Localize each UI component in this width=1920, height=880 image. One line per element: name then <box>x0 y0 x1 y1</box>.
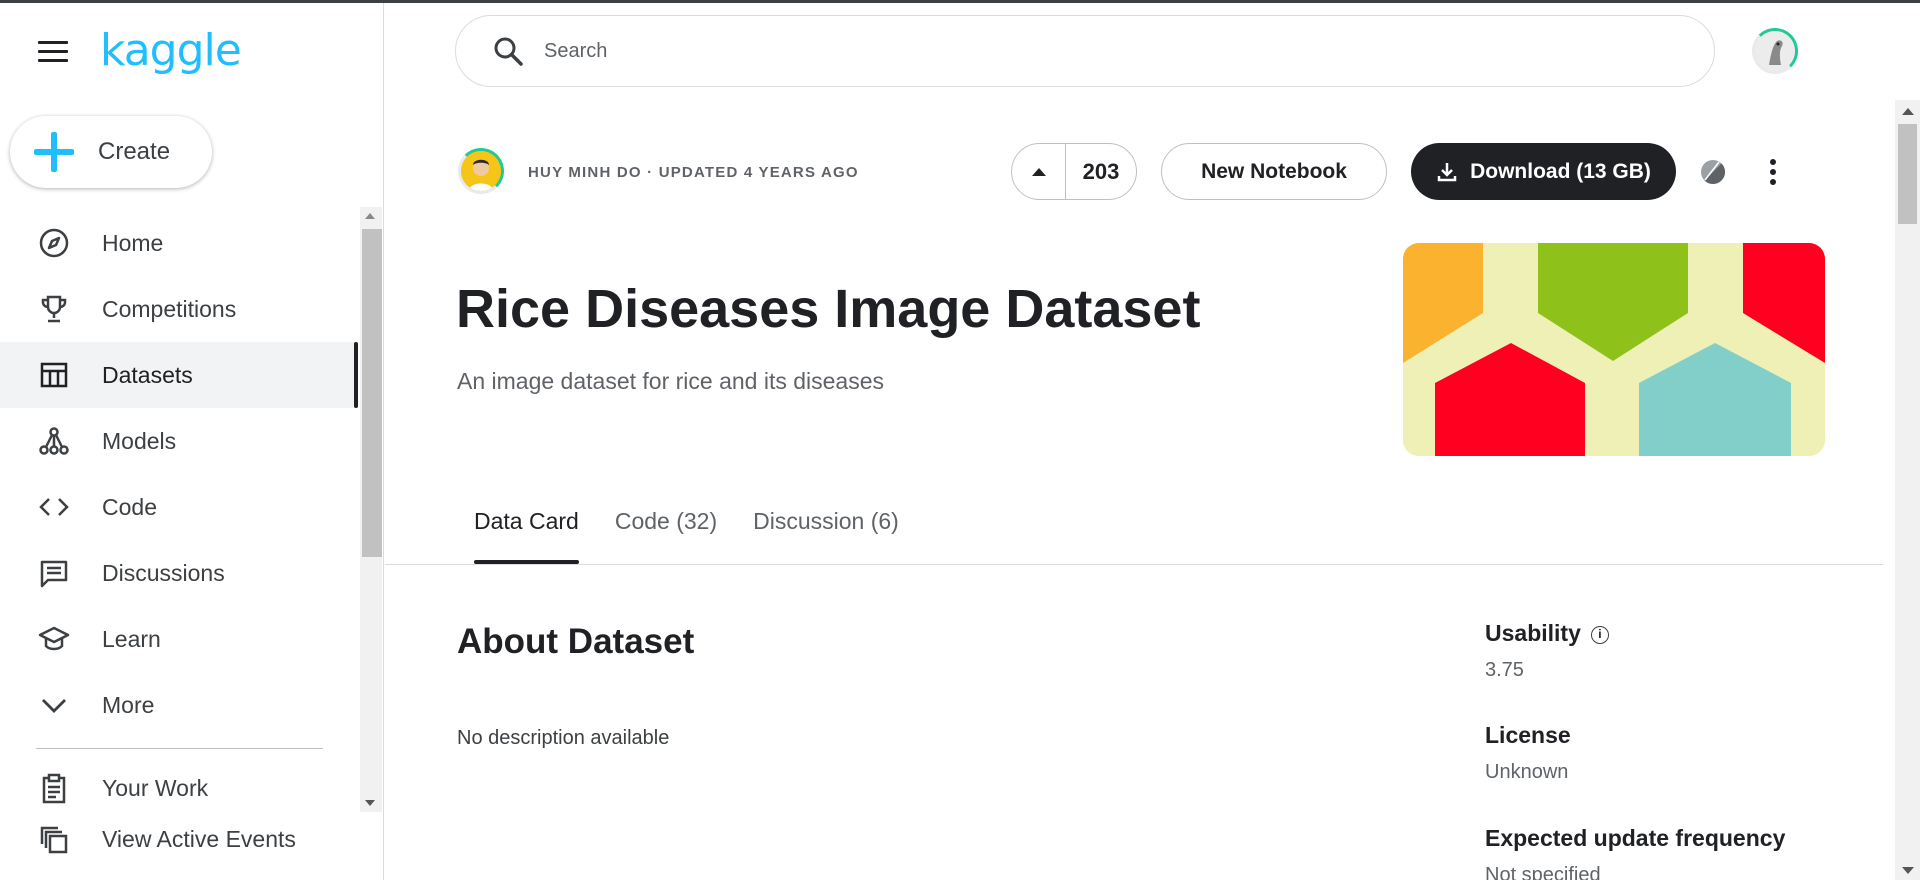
sidebar-item-label: Datasets <box>102 361 193 388</box>
clipboard-icon <box>37 772 71 806</box>
sidebar-scrollbar[interactable] <box>360 207 382 812</box>
user-avatar[interactable] <box>1752 28 1798 74</box>
sidebar-item-view-active-events[interactable]: View Active Events <box>0 814 358 865</box>
trophy-icon <box>37 292 71 326</box>
sidebar-item-label: More <box>102 691 155 718</box>
sidebar-item-discussions[interactable]: Discussions <box>0 540 358 606</box>
search-icon <box>492 35 524 67</box>
sidebar-item-label: View Active Events <box>102 826 296 852</box>
download-button[interactable]: Download (13 GB) <box>1411 143 1676 200</box>
owner-update-line: HUY MINH DO · UPDATED 4 YEARS AGO <box>528 164 859 181</box>
usability-label-text: Usability <box>1485 620 1581 646</box>
caret-up-icon <box>1031 167 1046 176</box>
sidebar-item-your-work[interactable]: Your Work <box>0 763 358 814</box>
download-icon <box>1437 162 1457 181</box>
dataset-tabs: Data Card Code (32) Discussion (6) <box>474 508 935 564</box>
sidebar-item-code[interactable]: Code <box>0 474 358 540</box>
tabs-divider <box>385 564 1883 565</box>
hamburger-menu-icon[interactable] <box>38 41 68 65</box>
dataset-cover-image <box>1403 243 1825 456</box>
owner-avatar[interactable] <box>458 148 504 194</box>
tab-data-card[interactable]: Data Card <box>474 508 579 564</box>
more-options-icon[interactable] <box>1761 156 1785 188</box>
code-icon <box>37 490 71 524</box>
sidebar-item-label: Models <box>102 427 177 454</box>
license-value: Unknown <box>1485 761 1569 783</box>
create-button[interactable]: Create <box>10 116 212 188</box>
plus-icon <box>34 132 74 172</box>
create-label: Create <box>98 138 171 165</box>
sidebar-lower-nav: Your Work View Active Events <box>0 763 358 865</box>
sidebar-item-label: Code <box>102 493 157 520</box>
tab-discussion[interactable]: Discussion (6) <box>753 508 899 564</box>
page-title: Rice Diseases Image Dataset <box>456 279 1201 339</box>
sidebar-item-home[interactable]: Home <box>0 210 358 276</box>
vote-count: 203 <box>1082 158 1120 184</box>
scroll-down-arrow-icon[interactable] <box>1902 867 1914 874</box>
about-dataset-description: No description available <box>457 727 670 749</box>
dataset-subtitle: An image dataset for rice and its diseas… <box>457 368 885 394</box>
sidebar: kaggle Create Home Competitions Datasets <box>0 3 384 880</box>
upvote-button[interactable] <box>1012 144 1066 199</box>
update-frequency-value: Not specified <box>1485 864 1601 880</box>
sidebar-scrollbar-thumb[interactable] <box>362 229 382 557</box>
sidebar-item-label: Home <box>102 229 164 256</box>
main-scrollbar[interactable] <box>1895 100 1920 880</box>
sidebar-divider <box>36 748 323 749</box>
main-scrollbar-thumb[interactable] <box>1898 124 1917 224</box>
license-label: License <box>1485 722 1571 748</box>
sidebar-item-label: Competitions <box>102 295 237 322</box>
compass-icon <box>37 226 71 260</box>
usability-label: Usability i <box>1485 620 1609 647</box>
graduation-cap-icon <box>37 622 71 656</box>
dataset-main: HUY MINH DO · UPDATED 4 YEARS AGO 203 Ne… <box>385 100 1895 880</box>
sidebar-item-competitions[interactable]: Competitions <box>0 276 358 342</box>
info-icon[interactable]: i <box>1590 626 1609 644</box>
scroll-down-arrow-icon[interactable] <box>365 800 375 806</box>
sidebar-nav: Home Competitions Datasets Models Code D… <box>0 210 358 810</box>
table-icon <box>37 358 71 392</box>
scroll-up-arrow-icon[interactable] <box>365 213 375 219</box>
half-circle-theme-icon[interactable] <box>1699 158 1727 186</box>
search-bar[interactable] <box>455 15 1715 87</box>
search-input[interactable] <box>544 39 1644 63</box>
upvote-control: 203 <box>1011 143 1137 200</box>
about-dataset-heading: About Dataset <box>457 622 695 661</box>
sidebar-item-label: Your Work <box>102 775 209 801</box>
sidebar-item-datasets[interactable]: Datasets <box>0 342 358 408</box>
new-notebook-button[interactable]: New Notebook <box>1161 143 1387 200</box>
download-label: Download (13 GB) <box>1470 159 1651 183</box>
tab-code[interactable]: Code (32) <box>615 508 717 564</box>
sidebar-item-learn[interactable]: Learn <box>0 606 358 672</box>
usability-value: 3.75 <box>1485 659 1524 681</box>
scroll-up-arrow-icon[interactable] <box>1902 108 1914 115</box>
comments-icon <box>37 556 71 590</box>
sidebar-item-label: Discussions <box>102 559 225 586</box>
sidebar-item-label: Learn <box>102 625 161 652</box>
kaggle-logo[interactable]: kaggle <box>100 25 242 76</box>
models-icon <box>37 424 71 458</box>
sidebar-item-models[interactable]: Models <box>0 408 358 474</box>
chevron-down-icon <box>37 688 71 722</box>
stack-icon <box>37 823 71 857</box>
update-frequency-label: Expected update frequency <box>1485 825 1786 851</box>
sidebar-item-more[interactable]: More <box>0 672 358 738</box>
